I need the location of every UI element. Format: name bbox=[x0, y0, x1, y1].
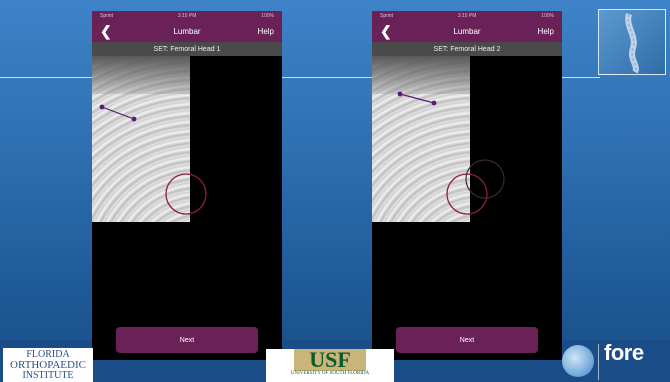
marker-handle-start[interactable] bbox=[397, 91, 403, 97]
femoral-head-circle[interactable] bbox=[446, 173, 488, 215]
next-button[interactable]: Next bbox=[116, 327, 258, 353]
marker-handle-end[interactable] bbox=[431, 100, 437, 106]
usf-name: UNIVERSITY OF SOUTH FLORIDA bbox=[290, 371, 370, 376]
marker-handle-start[interactable] bbox=[99, 104, 105, 110]
femoral-head-circle[interactable] bbox=[165, 173, 207, 215]
phone-screen-2: Sprint 3:15 PM 100% ❮ Lumbar Help SET: F… bbox=[372, 11, 562, 360]
measurement-overlay bbox=[99, 104, 207, 215]
marker-handle-end[interactable] bbox=[131, 116, 137, 122]
logo-divider bbox=[598, 344, 599, 380]
fore-logo: fore bbox=[604, 340, 644, 365]
femoral-head-circle-previous bbox=[465, 159, 505, 199]
globe-logo-icon bbox=[562, 345, 594, 377]
measure-line bbox=[399, 93, 435, 104]
usf-logo: USF UNIVERSITY OF SOUTH FLORIDA bbox=[266, 349, 394, 382]
measurement-overlay bbox=[397, 91, 505, 215]
florida-orthopaedic-institute-logo: FLORIDA ORTHOPAEDIC INSTITUTE bbox=[3, 348, 93, 382]
spine-icon bbox=[625, 13, 639, 74]
logo-line: INSTITUTE bbox=[22, 370, 74, 381]
next-button[interactable]: Next bbox=[396, 327, 538, 353]
measure-line bbox=[101, 106, 135, 120]
usf-mark: USF bbox=[294, 349, 366, 371]
phone-screen-1: Sprint 3:15 PM 100% ❮ Lumbar Help SET: F… bbox=[92, 11, 282, 360]
spine-image bbox=[598, 9, 666, 75]
